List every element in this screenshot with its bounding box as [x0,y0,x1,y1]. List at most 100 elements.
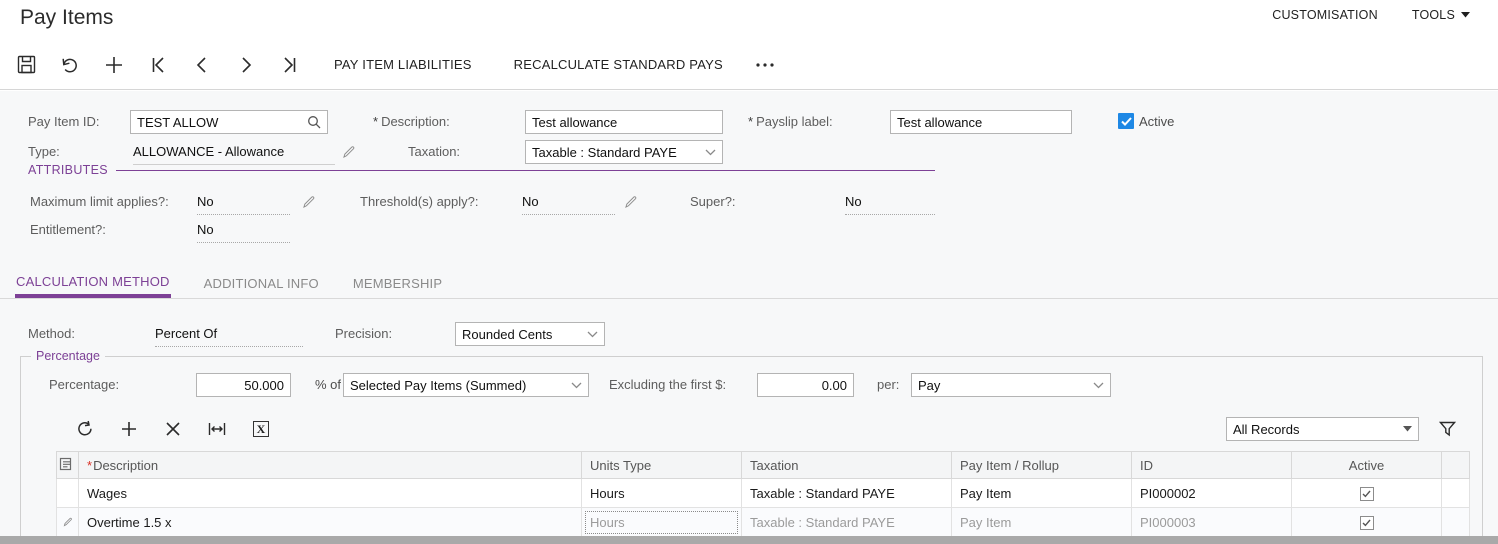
taxation-label: Taxation: [408,140,460,164]
horizontal-scrollbar[interactable] [0,536,1498,544]
go-previous-button[interactable] [188,51,216,79]
go-first-button[interactable] [144,51,172,79]
tab-strip: CALCULATION METHOD ADDITIONAL INFO MEMBE… [0,268,1498,299]
customisation-label: CUSTOMISATION [1272,8,1378,22]
col-header-units-type[interactable]: Units Type [582,452,742,479]
tab-additional-info[interactable]: ADDITIONAL INFO [203,268,320,298]
excluding-first-input[interactable]: 0.00 [757,373,854,397]
pencil-icon [302,195,316,209]
cell-description[interactable]: Overtime 1.5 x [79,508,582,537]
tab-calculation-method[interactable]: CALCULATION METHOD [15,268,171,298]
pay-items-page: Pay Items CUSTOMISATION TOOLS [0,0,1498,544]
cell-taxation[interactable]: Taxable : Standard PAYE [742,479,952,508]
grid-row-overtime: Overtime 1.5 x Hours Taxable : Standard … [57,508,1470,537]
active-checkbox-label: Active [1139,110,1174,134]
plus-icon [121,421,137,437]
tab-membership[interactable]: MEMBERSHIP [352,268,443,298]
pay-items-grid: *Description Units Type Taxation Pay Ite… [56,451,1470,537]
per-select[interactable]: Pay [911,373,1111,397]
pencil-icon [342,145,356,159]
check-icon [1362,490,1371,498]
records-filter-select[interactable]: All Records [1226,417,1419,441]
type-label: Type: [28,140,60,164]
percentage-group-legend: Percentage [31,349,105,363]
save-button[interactable] [12,51,40,79]
active-row-checkbox[interactable] [1360,487,1374,501]
grid-fit-columns-button[interactable] [203,415,231,443]
percent-of-select[interactable]: Selected Pay Items (Summed) [343,373,589,397]
super-label: Super?: [690,190,736,214]
per-label: per: [877,373,899,397]
customisation-menu[interactable]: CUSTOMISATION [1272,8,1378,22]
cell-units-type[interactable]: Hours [582,479,742,508]
max-limit-label: Maximum limit applies?: [30,190,169,214]
description-input[interactable]: Test allowance [525,110,723,134]
grid-add-row-button[interactable] [115,415,143,443]
focused-cell[interactable]: Hours [585,511,738,534]
max-limit-value[interactable]: No [197,190,290,215]
grid-refresh-button[interactable] [71,415,99,443]
col-header-id[interactable]: ID [1132,452,1292,479]
type-value[interactable]: ALLOWANCE - Allowance [133,140,335,165]
per-value: Pay [918,378,1093,393]
cell-id[interactable]: PI000002 [1132,479,1292,508]
title-bar: Pay Items CUSTOMISATION TOOLS [0,0,1498,40]
pay-item-id-input[interactable]: TEST ALLOW [130,110,328,134]
cell-pay-item-rollup[interactable]: Pay Item [952,508,1132,537]
threshold-value[interactable]: No [522,190,615,215]
cell-spacer [1442,479,1470,508]
grid-export-excel-button[interactable]: X [247,415,275,443]
recalculate-standard-pays-button[interactable]: RECALCULATE STANDARD PAYS [500,50,737,80]
percent-of-value: Selected Pay Items (Summed) [350,378,571,393]
method-value[interactable]: Percent Of [155,322,303,347]
cell-id[interactable]: PI000003 [1132,508,1292,537]
chevron-down-icon [571,382,582,389]
col-header-taxation[interactable]: Taxation [742,452,952,479]
super-value[interactable]: No [845,190,935,215]
add-record-button[interactable] [100,51,128,79]
titlebar-menu: CUSTOMISATION TOOLS [1272,8,1470,22]
type-edit-button[interactable] [340,141,358,163]
max-limit-edit-button[interactable] [300,191,318,213]
precision-value: Rounded Cents [462,327,587,342]
search-icon [307,115,321,129]
entitlement-value[interactable]: No [197,218,290,243]
grid-header-row: *Description Units Type Taxation Pay Ite… [57,452,1470,479]
col-header-active[interactable]: Active [1292,452,1442,479]
taxation-select[interactable]: Taxable : Standard PAYE [525,140,723,164]
active-checkbox[interactable] [1118,113,1134,129]
grid-row-wages: Wages Hours Taxable : Standard PAYE Pay … [57,479,1470,508]
percentage-input[interactable]: 50.000 [196,373,291,397]
excel-export-icon: X [253,421,269,437]
row-notes-header[interactable] [57,452,79,479]
row-selector-cell[interactable] [57,508,79,537]
grid-delete-row-button[interactable] [159,415,187,443]
chevron-down-icon [705,149,716,156]
cell-taxation[interactable]: Taxable : Standard PAYE [742,508,952,537]
threshold-edit-button[interactable] [622,191,640,213]
precision-select[interactable]: Rounded Cents [455,322,605,346]
cell-active[interactable] [1292,479,1442,508]
active-row-checkbox[interactable] [1360,516,1374,530]
excluding-first-value: 0.00 [822,378,847,393]
threshold-label: Threshold(s) apply?: [360,190,479,214]
col-header-description[interactable]: *Description [79,452,582,479]
previous-record-icon [193,56,211,74]
payslip-label-value: Test allowance [897,115,1065,130]
go-next-button[interactable] [232,51,260,79]
col-header-pay-item-rollup[interactable]: Pay Item / Rollup [952,452,1132,479]
cell-active[interactable] [1292,508,1442,537]
records-filter-value: All Records [1233,422,1403,437]
cell-pay-item-rollup[interactable]: Pay Item [952,479,1132,508]
cell-units-type[interactable]: Hours [582,508,742,537]
cell-description[interactable]: Wages [79,479,582,508]
more-actions-button[interactable] [751,51,779,79]
payslip-label-input[interactable]: Test allowance [890,110,1072,134]
next-record-icon [237,56,255,74]
undo-button[interactable] [56,51,84,79]
row-selector-cell[interactable] [57,479,79,508]
go-last-button[interactable] [276,51,304,79]
grid-filter-button[interactable] [1433,415,1461,443]
pay-item-liabilities-button[interactable]: PAY ITEM LIABILITIES [320,50,486,80]
tools-menu[interactable]: TOOLS [1412,8,1470,22]
